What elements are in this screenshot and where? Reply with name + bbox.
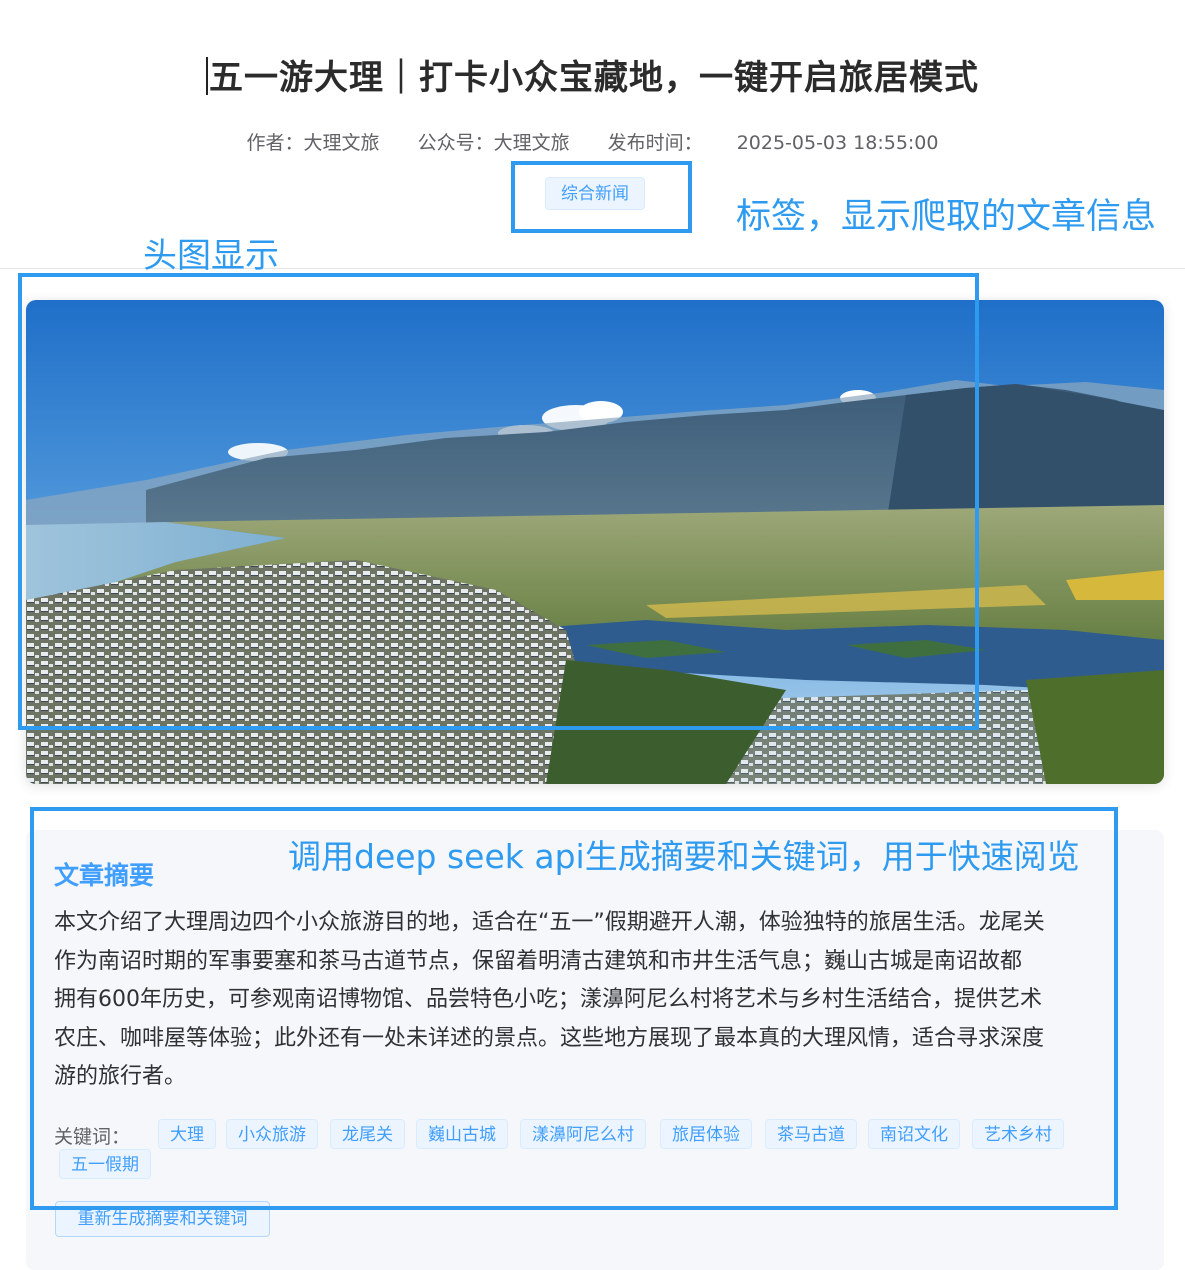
publish-label: 发布时间： bbox=[607, 132, 703, 154]
summary-annotation-note: 调用deep seek api生成摘要和关键词，用于快速阅览 bbox=[288, 837, 1080, 876]
article-meta: 作者：大理文旅 公众号：大理文旅 发布时间： 2025-05-03 18:55:… bbox=[0, 128, 1185, 155]
publish-time: 2025-05-03 18:55:00 bbox=[736, 132, 939, 154]
author-label: 作者：大理文旅 bbox=[246, 132, 380, 154]
article-title: 五一游大理｜打卡小众宝藏地，一键开启旅居模式 bbox=[0, 50, 1185, 99]
article-title-text: 五一游大理｜打卡小众宝藏地，一键开启旅居模式 bbox=[209, 58, 979, 98]
account-label: 公众号：大理文旅 bbox=[417, 132, 570, 154]
tag-annotation-box bbox=[511, 161, 692, 233]
image-annotation-note: 头图显示 bbox=[143, 236, 279, 276]
text-cursor bbox=[206, 57, 208, 95]
tag-annotation-note: 标签，显示爬取的文章信息 bbox=[736, 197, 1157, 237]
image-annotation-box bbox=[18, 273, 979, 730]
